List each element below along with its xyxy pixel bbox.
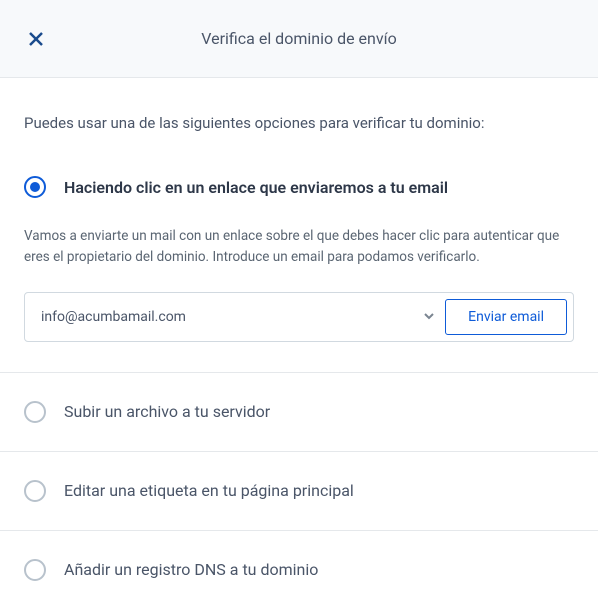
intro-text: Puedes usar una de las siguientes opcion… — [24, 114, 574, 132]
email-select-value: info@acumbamail.com — [41, 309, 423, 325]
option-email-label: Haciendo clic en un enlace que enviaremo… — [64, 178, 448, 197]
email-input-row: info@acumbamail.com Enviar email — [24, 292, 574, 342]
option-dns-record[interactable]: Añadir un registro DNS a tu dominio — [24, 531, 574, 609]
modal-content: Puedes usar una de las siguientes opcion… — [0, 78, 598, 609]
radio-edit-tag[interactable] — [24, 480, 46, 502]
modal-header: Verifica el dominio de envío — [0, 0, 598, 78]
option-email-helper: Vamos a enviarte un mail con un enlace s… — [24, 226, 574, 268]
option-upload-label: Subir un archivo a tu servidor — [64, 402, 270, 421]
option-email-link[interactable]: Haciendo clic en un enlace que enviaremo… — [24, 176, 574, 198]
modal-title: Verifica el dominio de envío — [0, 29, 598, 48]
option-tag-label: Editar una etiqueta en tu página princip… — [64, 481, 354, 500]
radio-upload-file[interactable] — [24, 401, 46, 423]
radio-email-link[interactable] — [24, 176, 46, 198]
option-dns-label: Añadir un registro DNS a tu dominio — [64, 560, 318, 579]
close-button[interactable] — [24, 27, 48, 51]
option-upload-file[interactable]: Subir un archivo a tu servidor — [24, 373, 574, 451]
email-select[interactable]: info@acumbamail.com — [31, 299, 445, 335]
option-edit-tag[interactable]: Editar una etiqueta en tu página princip… — [24, 452, 574, 530]
chevron-down-icon — [423, 307, 435, 326]
radio-dns-record[interactable] — [24, 559, 46, 581]
send-email-button[interactable]: Enviar email — [445, 299, 567, 335]
close-icon — [28, 31, 44, 47]
